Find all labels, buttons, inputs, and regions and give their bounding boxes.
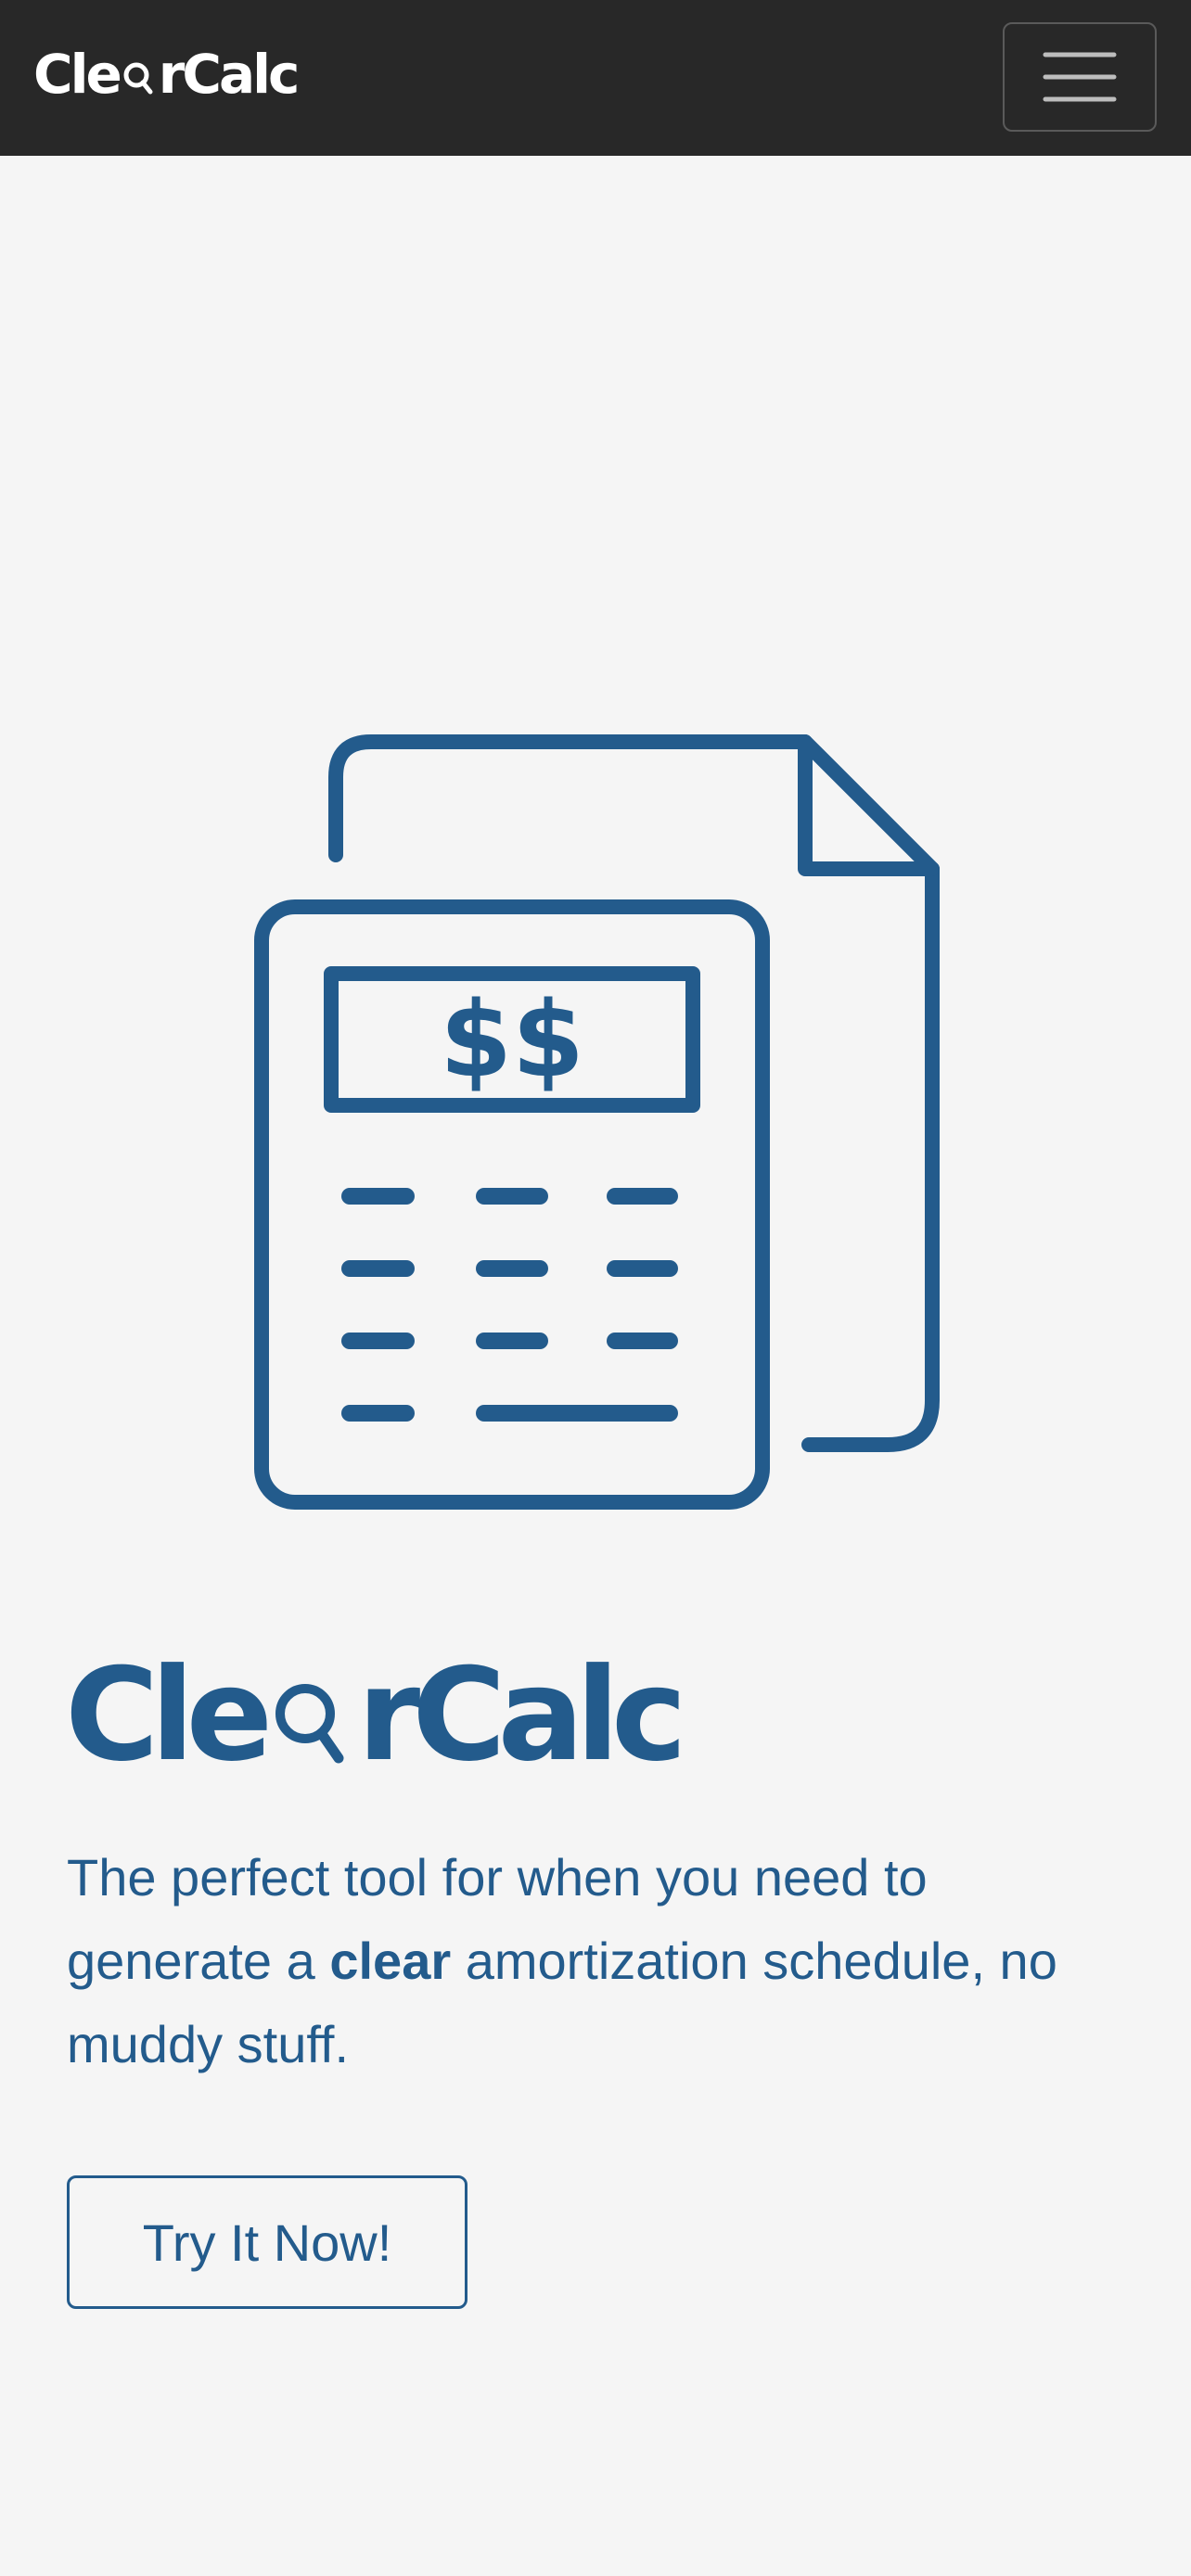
nav-logo[interactable]: Cle rCalc bbox=[33, 43, 301, 106]
hero-logo: Cle rCalc bbox=[65, 1651, 687, 1779]
calculator-document-icon: $$ bbox=[254, 734, 940, 1510]
magnifier-icon bbox=[121, 52, 158, 96]
hero-logo-text-suffix: rCalc bbox=[357, 1640, 687, 1790]
navbar: Cle rCalc bbox=[0, 0, 1191, 156]
menu-toggle-button[interactable] bbox=[1003, 22, 1157, 132]
try-it-now-button[interactable]: Try It Now! bbox=[67, 2175, 467, 2309]
hero-logo-text-prefix: Cle bbox=[65, 1640, 273, 1790]
tagline-emphasis: clear bbox=[329, 1932, 452, 1990]
hamburger-menu-icon bbox=[1043, 52, 1117, 102]
calculator-screen-text: $$ bbox=[440, 980, 584, 1101]
hero-tagline: The perfect tool for when you need to ge… bbox=[67, 1836, 1143, 2086]
logo-text-suffix: rCalc bbox=[158, 43, 301, 106]
logo-text-prefix: Cle bbox=[33, 43, 122, 106]
magnifier-icon bbox=[268, 1660, 353, 1771]
